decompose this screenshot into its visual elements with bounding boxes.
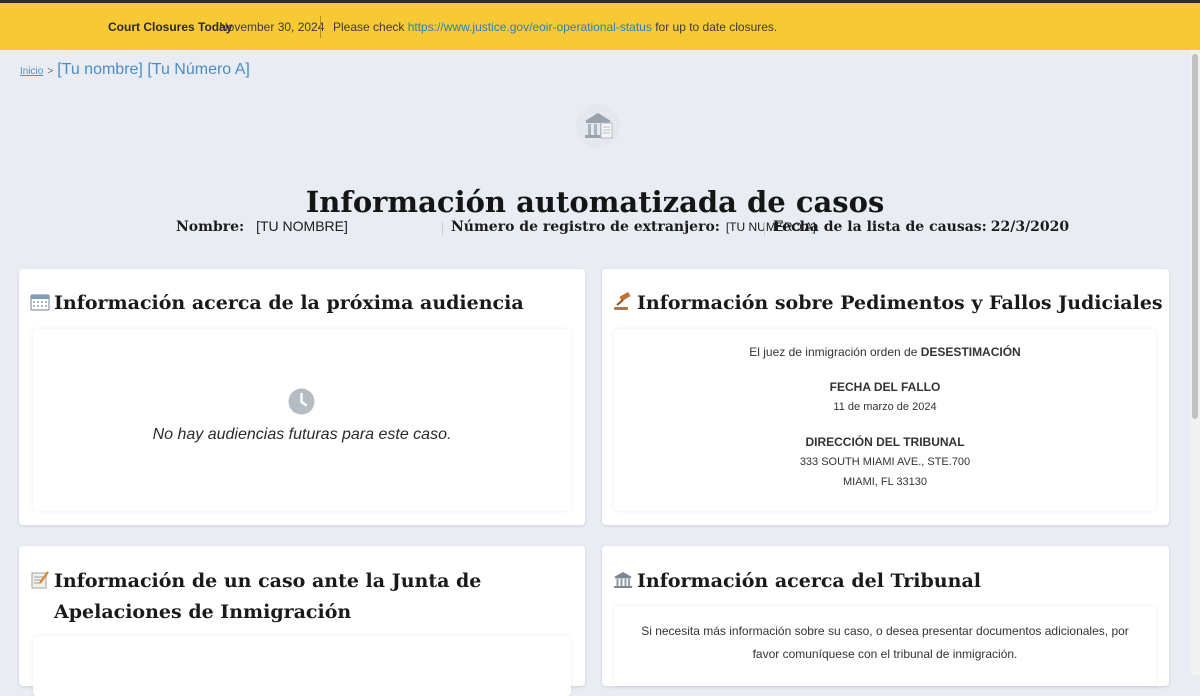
court-info-title: Información acerca del Tribunal [637, 570, 981, 592]
bia-case-header: Información de un caso ante la Junta de … [30, 566, 550, 628]
alert-message: Please check https://www.justice.gov/eoi… [333, 20, 777, 34]
name-field: Nombre: [TU NOMBRE] [176, 218, 348, 235]
bia-case-title: Información de un caso ante la Junta de … [54, 570, 482, 623]
next-hearing-title: Información acerca de la próxima audienc… [54, 292, 524, 314]
breadcrumb-current: [Tu nombre] [Tu Número A] [57, 61, 250, 78]
court-address-line1: 333 SOUTH MIAMI AVE., STE.700 [799, 456, 971, 468]
motions-rulings-title: Información sobre Pedimentos y Fallos Ju… [637, 292, 1163, 314]
court-address-line2: MIAMI, FL 33130 [843, 476, 927, 488]
docket-field: Fecha de la lista de causas: 22/3/2020 [773, 218, 1069, 235]
calendar-icon [30, 294, 50, 311]
court-address-label: DIRECCIÓN DEL TRIBUNAL [805, 435, 965, 449]
motions-rulings-card: Información sobre Pedimentos y Fallos Ju… [602, 269, 1169, 525]
no-hearings-message: No hay audiencias futuras para este caso… [152, 426, 452, 443]
registration-label: Número de registro de extranjero: [451, 219, 720, 235]
breadcrumb-separator: > [47, 66, 54, 77]
name-label: Nombre: [176, 219, 245, 235]
name-value: [TU NOMBRE] [256, 218, 348, 234]
courthouse-emblem-icon [576, 104, 620, 148]
bia-case-body [33, 636, 571, 696]
gavel-icon [614, 292, 631, 310]
motions-rulings-body: El juez de inmigración orden de DESESTIM… [614, 329, 1156, 511]
next-hearing-header: Información acerca de la próxima audienc… [30, 288, 524, 319]
alert-message-prefix: Please check [333, 19, 405, 34]
breadcrumb: Inicio > [Tu nombre] [Tu Número A] [20, 61, 250, 79]
court-info-header: Información acerca del Tribunal [613, 566, 981, 597]
alert-message-suffix: for up to date closures. [655, 19, 778, 34]
memo-icon [31, 571, 49, 589]
ruling-date-value: 11 de marzo de 2024 [833, 401, 937, 413]
page-scrollbar[interactable] [1190, 50, 1200, 675]
breadcrumb-home-link[interactable]: Inicio [20, 66, 43, 77]
alert-title: Court Closures Today [108, 19, 233, 34]
motions-rulings-header: Información sobre Pedimentos y Fallos Ju… [613, 288, 1163, 319]
court-info-text: Si necesita más información sobre su cas… [641, 624, 1129, 661]
docket-label: Fecha de la lista de causas: [773, 219, 987, 235]
scrollbar-thumb[interactable] [1192, 54, 1198, 419]
meta-divider [764, 222, 765, 236]
page-title: Información automatizada de casos [305, 185, 885, 220]
ruling-date-label: FECHA DEL FALLO [829, 380, 941, 394]
alert-divider [320, 16, 321, 38]
registration-field: Número de registro de extranjero: [TU NU… [451, 218, 816, 235]
courthouse-icon [614, 572, 632, 588]
alert-date: November 30, 2024 [219, 19, 325, 34]
court-info-body: Si necesita más información sobre su cas… [614, 606, 1156, 686]
decision-line: El juez de inmigración orden de DESESTIM… [614, 345, 1156, 359]
operational-status-link[interactable]: https://www.justice.gov/eoir-operational… [408, 20, 652, 34]
court-info-card: Información acerca del Tribunal Si neces… [602, 546, 1169, 686]
decision-prefix: El juez de inmigración orden de [749, 345, 918, 359]
meta-divider [442, 222, 443, 236]
decision-value: DESESTIMACIÓN [920, 345, 1021, 359]
docket-value: 22/3/2020 [990, 219, 1070, 235]
court-closures-banner: Court Closures Today November 30, 2024 P… [0, 3, 1200, 50]
next-hearing-body: No hay audiencias futuras para este caso… [33, 329, 571, 511]
next-hearing-card: Información acerca de la próxima audienc… [19, 269, 585, 525]
bia-case-card: Información de un caso ante la Junta de … [19, 546, 585, 696]
clock-icon [288, 388, 315, 415]
